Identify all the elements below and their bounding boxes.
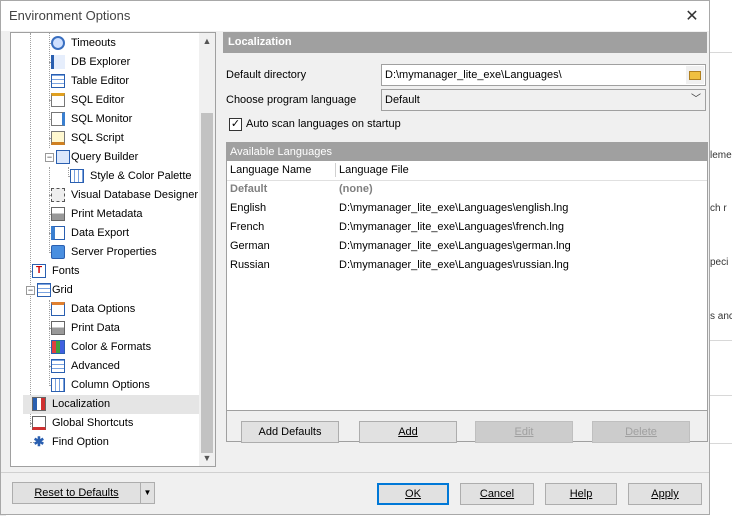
- collapse-icon[interactable]: −: [45, 153, 54, 162]
- table-row[interactable]: German D:\mymanager_lite_exe\Languages\g…: [227, 237, 707, 256]
- available-languages-header: Available Languages: [227, 143, 707, 161]
- available-languages-group: Available Languages Language Name Langua…: [226, 142, 708, 443]
- grid-header-row: Language Name Language File: [227, 161, 707, 181]
- printer-icon: [51, 321, 65, 335]
- cancel-button[interactable]: Cancel: [460, 483, 534, 505]
- table-row[interactable]: Default (none): [227, 180, 707, 199]
- localization-panel: Localization Default directory D:\mymana…: [223, 32, 708, 467]
- tree-item-sql-editor[interactable]: SQL Editor: [11, 91, 201, 110]
- add-button[interactable]: Add: [359, 421, 457, 443]
- default-directory-input[interactable]: D:\mymanager_lite_exe\Languages\: [381, 64, 706, 86]
- tree-item-db-explorer[interactable]: DB Explorer: [11, 53, 201, 72]
- tree-item-global-shortcuts[interactable]: Global Shortcuts: [11, 414, 201, 433]
- scroll-thumb[interactable]: [201, 113, 213, 453]
- background-divider: [710, 340, 732, 341]
- find-option-icon: ✱: [33, 434, 45, 449]
- table-row[interactable]: French D:\mymanager_lite_exe\Languages\f…: [227, 218, 707, 237]
- server-icon: [51, 245, 65, 259]
- options-tree[interactable]: Timeouts DB Explorer Table Editor SQL Ed…: [10, 32, 216, 467]
- scroll-up-icon[interactable]: ▲: [201, 35, 213, 47]
- query-builder-icon: [56, 150, 70, 164]
- tree-item-fonts[interactable]: T Fonts: [11, 262, 201, 281]
- program-language-label: Choose program language: [226, 94, 357, 106]
- close-icon[interactable]: ✕: [683, 6, 701, 26]
- window-title: Environment Options: [9, 8, 131, 23]
- color-formats-icon: [51, 340, 65, 354]
- footer-divider: [1, 472, 709, 473]
- delete-button[interactable]: Delete: [592, 421, 690, 443]
- background-divider: [710, 52, 732, 53]
- tree-item-column-options[interactable]: Column Options: [11, 376, 201, 395]
- background-text: s anc: [710, 311, 732, 322]
- tree-item-timeouts[interactable]: Timeouts: [11, 34, 201, 53]
- reset-to-defaults-button[interactable]: Reset to Defaults: [12, 482, 141, 504]
- tree-item-grid[interactable]: − Grid: [11, 281, 201, 300]
- tree-item-advanced[interactable]: Advanced: [11, 357, 201, 376]
- help-button[interactable]: Help: [545, 483, 617, 505]
- background-text: leme: [710, 150, 732, 161]
- tree-item-table-editor[interactable]: Table Editor: [11, 72, 201, 91]
- fonts-icon: T: [32, 264, 46, 278]
- sql-monitor-icon: [51, 112, 65, 126]
- add-defaults-button[interactable]: Add Defaults: [241, 421, 339, 443]
- db-explorer-icon: [51, 55, 65, 69]
- column-header-language-file[interactable]: Language File: [339, 161, 409, 180]
- tree-item-print-data[interactable]: Print Data: [11, 319, 201, 338]
- languages-grid[interactable]: Language Name Language File Default (non…: [227, 161, 707, 411]
- reset-dropdown-button[interactable]: ▼: [140, 482, 155, 504]
- localization-icon: [32, 397, 46, 411]
- tree-item-find-option[interactable]: ✱ Find Option: [11, 433, 201, 452]
- default-directory-label: Default directory: [226, 69, 307, 81]
- grid-icon: [37, 283, 51, 297]
- chevron-down-icon: ﹀: [691, 94, 701, 105]
- background-text: peci: [710, 257, 729, 268]
- environment-options-dialog: Environment Options ✕ Timeouts DB Explor…: [0, 0, 710, 515]
- ok-button[interactable]: OK: [377, 483, 449, 505]
- background-text: ch r: [710, 203, 727, 214]
- table-row[interactable]: English D:\mymanager_lite_exe\Languages\…: [227, 199, 707, 218]
- auto-scan-label: Auto scan languages on startup: [246, 118, 401, 130]
- sql-editor-icon: [51, 93, 65, 107]
- tree-item-style-color-palette[interactable]: Style & Color Palette: [11, 167, 201, 186]
- edit-button[interactable]: Edit: [475, 421, 573, 443]
- folder-open-icon[interactable]: [686, 66, 704, 84]
- dropdown-arrow-icon: ▼: [143, 488, 152, 497]
- style-palette-icon: [70, 169, 84, 183]
- table-row[interactable]: Russian D:\mymanager_lite_exe\Languages\…: [227, 256, 707, 275]
- visual-designer-icon: [51, 188, 65, 202]
- printer-icon: [51, 207, 65, 221]
- panel-header: Localization: [223, 32, 707, 53]
- tree-item-server-properties[interactable]: Server Properties: [11, 243, 201, 262]
- tree-item-query-builder[interactable]: − Query Builder: [11, 148, 201, 167]
- background-divider: [710, 443, 732, 444]
- sql-script-icon: [51, 131, 65, 145]
- title-bar: Environment Options ✕: [1, 1, 709, 31]
- tree-item-data-export[interactable]: Data Export: [11, 224, 201, 243]
- column-options-icon: [51, 378, 65, 392]
- background-divider: [710, 395, 732, 396]
- tree-scrollbar[interactable]: ▲ ▼: [199, 33, 215, 466]
- tree-item-localization[interactable]: Localization: [23, 395, 201, 414]
- data-options-icon: [51, 302, 65, 316]
- program-language-select[interactable]: Default ﹀: [381, 89, 706, 111]
- collapse-icon[interactable]: −: [26, 286, 35, 295]
- tree-item-data-options[interactable]: Data Options: [11, 300, 201, 319]
- table-editor-icon: [51, 74, 65, 88]
- tree-item-visual-database-designer[interactable]: Visual Database Designer: [11, 186, 201, 205]
- shortcuts-icon: [32, 416, 46, 430]
- tree-item-print-metadata[interactable]: Print Metadata: [11, 205, 201, 224]
- auto-scan-checkbox[interactable]: ✓: [229, 118, 242, 131]
- data-export-icon: [51, 226, 65, 240]
- timeouts-icon: [51, 36, 65, 50]
- tree-item-sql-script[interactable]: SQL Script: [11, 129, 201, 148]
- tree-item-color-formats[interactable]: Color & Formats: [11, 338, 201, 357]
- column-header-language-name[interactable]: Language Name: [230, 161, 311, 180]
- scroll-down-icon[interactable]: ▼: [201, 452, 213, 464]
- background-window: leme ch r peci s anc: [710, 0, 732, 516]
- advanced-icon: [51, 359, 65, 373]
- apply-button[interactable]: Apply: [628, 483, 702, 505]
- tree-item-sql-monitor[interactable]: SQL Monitor: [11, 110, 201, 129]
